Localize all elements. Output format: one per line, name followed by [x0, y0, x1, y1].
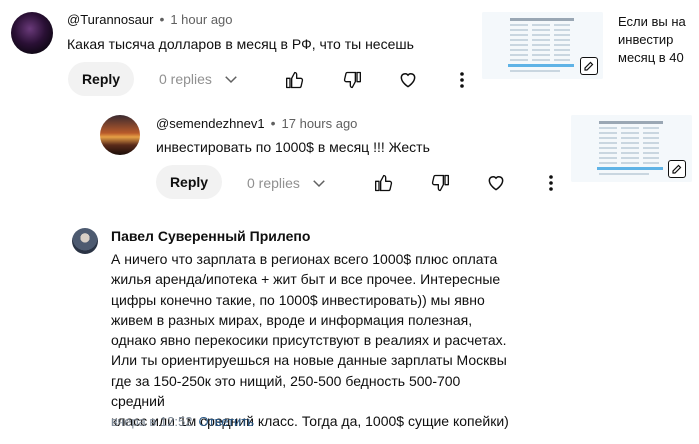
replies-toggle[interactable]: 0 replies: [159, 70, 240, 88]
avatar[interactable]: [100, 115, 140, 155]
chevron-down-icon: [222, 70, 240, 88]
heart-icon[interactable]: [398, 70, 418, 90]
comment-meta: @Turannosaur • 1 hour ago: [67, 11, 233, 27]
comment-line: где за 150-250к это нищий, 250-500 бедно…: [111, 372, 461, 410]
thumb-down-icon[interactable]: [430, 173, 450, 193]
comment-author[interactable]: @semendezhnev1: [156, 116, 265, 131]
thumb-up-icon[interactable]: [374, 173, 394, 193]
thumb-up-icon[interactable]: [285, 70, 305, 90]
comment-line: А ничего что зарплата в регионах всего 1…: [111, 251, 498, 267]
comment-time[interactable]: вчера в 12:52: [111, 414, 192, 429]
description-line: инвестир: [618, 32, 674, 47]
edit-icon[interactable]: [668, 160, 686, 178]
comment-line: Или ты ориентируешься на новые данные за…: [111, 352, 507, 369]
video-description: Если вы на инвестир месяц в 40: [618, 13, 686, 67]
more-vert-icon[interactable]: [543, 173, 559, 193]
thumb-down-icon[interactable]: [342, 70, 362, 90]
description-line: Если вы на: [618, 14, 686, 29]
chevron-down-icon: [310, 174, 328, 192]
description-line: месяц в 40: [618, 50, 684, 65]
comment-time[interactable]: 17 hours ago: [282, 116, 358, 131]
comment-line: живем в разных мирах, вроде и информация…: [111, 311, 473, 328]
avatar[interactable]: [11, 12, 53, 54]
more-vert-icon[interactable]: [454, 70, 470, 90]
replies-count: 0 replies: [247, 175, 300, 191]
heart-icon[interactable]: [486, 173, 506, 193]
replies-toggle[interactable]: 0 replies: [247, 174, 328, 192]
comment-line: однако явно перекосики присутствуют в ре…: [111, 332, 507, 349]
reply-link[interactable]: Ответить: [198, 414, 254, 429]
comment-text: А ничего что зарплата в регионах всего 1…: [111, 249, 511, 432]
comment-footer: вчера в 12:52 Ответить: [111, 414, 254, 429]
comment-line: цифры конечно такие, по 1000$ инвестиров…: [111, 291, 485, 308]
comment-time[interactable]: 1 hour ago: [170, 12, 232, 27]
reply-button[interactable]: Reply: [156, 165, 222, 199]
comment-author[interactable]: @Turannosaur: [67, 12, 153, 27]
comment-text: инвестировать по 1000$ в месяц !!! Жесть: [156, 139, 430, 155]
separator-dot: •: [159, 11, 165, 27]
reply-button[interactable]: Reply: [68, 62, 134, 96]
comment-meta: @semendezhnev1 • 17 hours ago: [156, 115, 357, 131]
comment-author[interactable]: Павел Суверенный Прилепо: [111, 228, 310, 244]
comment-text: Какая тысяча долларов в месяц в РФ, что …: [67, 36, 414, 52]
separator-dot: •: [270, 115, 276, 131]
avatar[interactable]: [72, 228, 98, 254]
edit-icon[interactable]: [580, 57, 598, 75]
replies-count: 0 replies: [159, 71, 212, 87]
comment-line: жилья аренда/ипотека + жит быт и все про…: [111, 271, 501, 288]
